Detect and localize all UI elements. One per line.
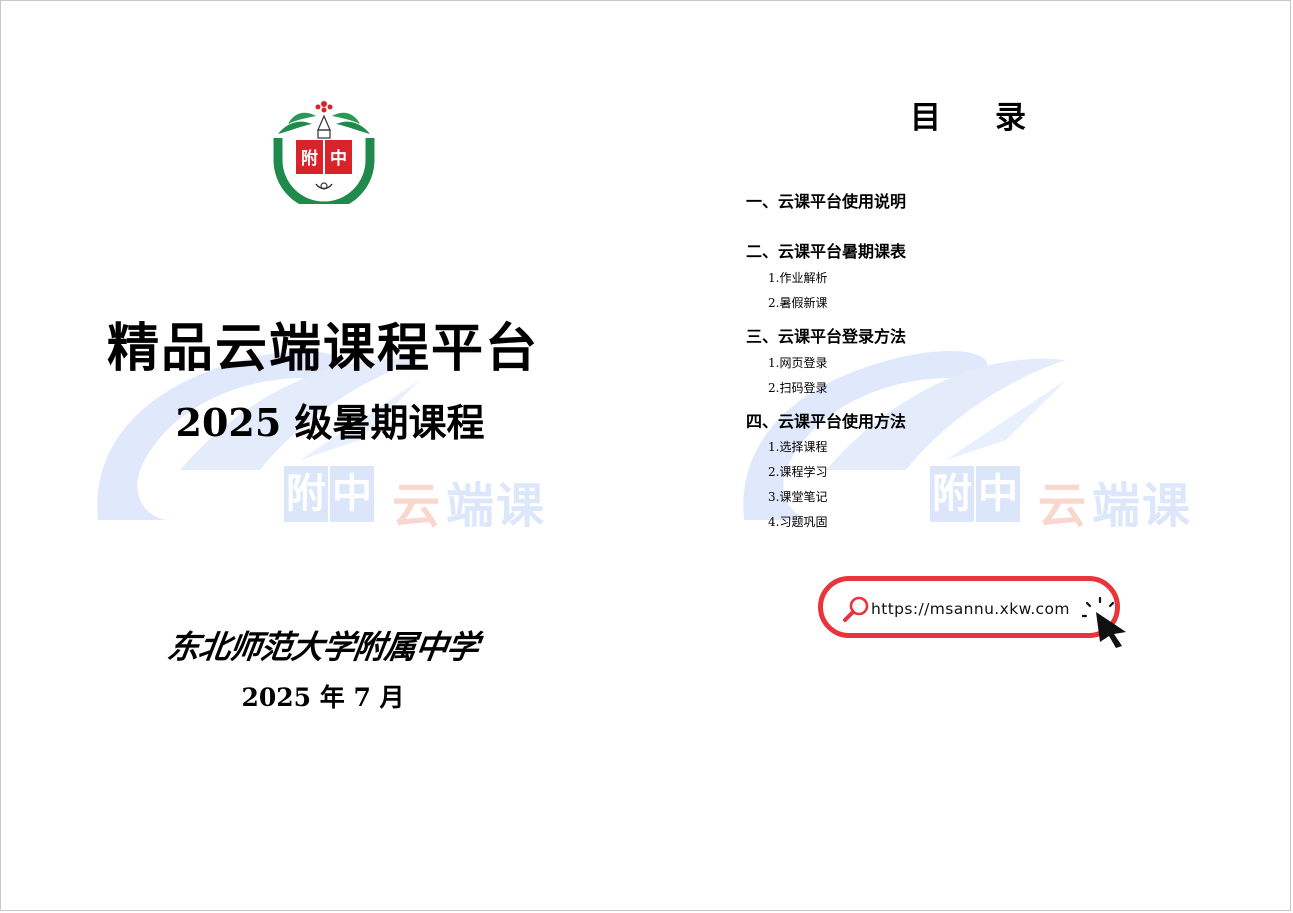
watermark-box-2: 中 bbox=[976, 466, 1020, 522]
toc-item[interactable]: 1.网页登录 bbox=[768, 354, 827, 371]
watermark-rest-text: 端课 bbox=[446, 478, 547, 534]
cover-page: 附 中 云 端课 附 中 精品云端课程平台 2025 级暑期课程 东北师范大学附… bbox=[0, 0, 646, 913]
cover-subtitle: 2025 级暑期课程 bbox=[175, 400, 485, 445]
toc-item[interactable]: 2.扫码登录 bbox=[768, 379, 827, 396]
cursor-icon bbox=[1082, 596, 1126, 648]
cover-title: 精品云端课程平台 bbox=[106, 318, 539, 379]
watermark-rest-text: 端课 bbox=[1092, 478, 1193, 534]
toc-item[interactable]: 2.暑假新课 bbox=[768, 294, 827, 311]
toc-item[interactable]: 1.选择课程 bbox=[768, 438, 827, 455]
toc-section-1[interactable]: 一、云课平台使用说明 bbox=[746, 188, 906, 212]
watermark-box-1: 附 bbox=[284, 466, 328, 522]
emblem-char-1: 附 bbox=[301, 148, 318, 169]
search-icon bbox=[843, 596, 869, 622]
cover-date: 2025 年 7 月 bbox=[241, 683, 405, 712]
school-emblem-logo: 附 中 bbox=[273, 101, 375, 204]
toc-section-3[interactable]: 三、云课平台登录方法 bbox=[746, 323, 906, 347]
watermark-cloud-char: 云 bbox=[1038, 478, 1089, 534]
school-name: 东北师范大学附属中学 bbox=[165, 628, 481, 666]
watermark-box-2: 中 bbox=[330, 466, 374, 522]
url-badge[interactable]: https://msannu.xkw.com bbox=[818, 576, 1120, 638]
emblem-char-2: 中 bbox=[330, 148, 347, 169]
toc-title: 目录 bbox=[910, 100, 1080, 136]
toc-section-4[interactable]: 四、云课平台使用方法 bbox=[746, 408, 906, 432]
toc-item[interactable]: 2.课程学习 bbox=[768, 463, 827, 480]
toc-section-2[interactable]: 二、云课平台暑期课表 bbox=[746, 238, 906, 262]
toc-item[interactable]: 4.习题巩固 bbox=[768, 513, 827, 530]
watermark-cloud-char: 云 bbox=[392, 478, 443, 534]
toc-page: 附 中 云 端课 目录 一、云课平台使用说明 二、云课平台暑期课表 1.作业解析… bbox=[646, 0, 1293, 913]
watermark-box-1: 附 bbox=[930, 466, 974, 522]
toc-item[interactable]: 1.作业解析 bbox=[768, 269, 827, 286]
toc-item[interactable]: 3.课堂笔记 bbox=[768, 488, 827, 505]
url-text[interactable]: https://msannu.xkw.com bbox=[871, 600, 1070, 618]
